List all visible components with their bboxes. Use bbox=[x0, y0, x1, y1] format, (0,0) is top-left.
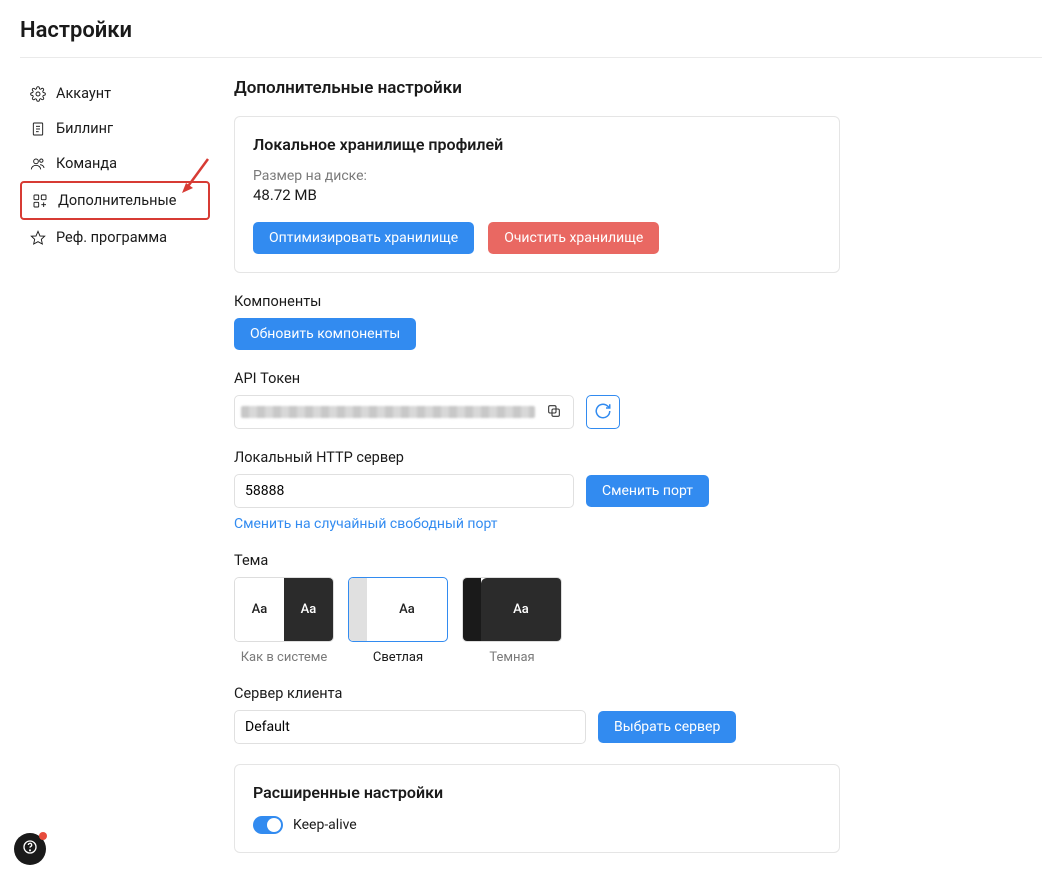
sidebar-item-account[interactable]: Аккаунт bbox=[20, 76, 210, 111]
sidebar-item-referral[interactable]: Реф. программа bbox=[20, 220, 210, 255]
client-server-input[interactable] bbox=[234, 710, 586, 744]
change-port-button[interactable]: Сменить порт bbox=[586, 475, 709, 507]
keep-alive-label: Keep-alive bbox=[293, 817, 357, 833]
page-title: Настройки bbox=[0, 0, 1062, 57]
star-icon bbox=[30, 230, 46, 246]
sidebar-item-label: Биллинг bbox=[56, 120, 113, 137]
theme-option-label: Как в системе bbox=[234, 650, 334, 665]
theme-option-light[interactable]: Aa Светлая bbox=[348, 577, 448, 665]
theme-sample: Aa bbox=[367, 578, 447, 641]
grid-plus-icon bbox=[32, 193, 48, 209]
api-token-label: API Токен bbox=[234, 370, 840, 387]
theme-option-label: Светлая bbox=[348, 650, 448, 665]
copy-icon bbox=[546, 403, 562, 422]
theme-label: Тема bbox=[234, 552, 840, 569]
users-icon bbox=[30, 156, 46, 172]
help-button[interactable] bbox=[14, 833, 46, 865]
receipt-icon bbox=[30, 121, 46, 137]
theme-section: Тема Aa Aa Как в системе Aa Светлая bbox=[234, 552, 840, 665]
help-icon bbox=[22, 839, 38, 859]
annotation-arrow bbox=[180, 155, 210, 199]
regenerate-token-button[interactable] bbox=[586, 395, 620, 429]
theme-option-system[interactable]: Aa Aa Как в системе bbox=[234, 577, 334, 665]
theme-sample: Aa bbox=[284, 578, 333, 641]
gear-icon bbox=[30, 86, 46, 102]
http-server-label: Локальный HTTP сервер bbox=[234, 449, 840, 466]
api-token-blurred-value bbox=[241, 406, 535, 418]
update-components-button[interactable]: Обновить компоненты bbox=[234, 318, 416, 350]
http-server-section: Локальный HTTP сервер Сменить порт Смени… bbox=[234, 449, 840, 532]
sidebar-item-label: Дополнительные bbox=[58, 192, 176, 209]
storage-card: Локальное хранилище профилей Размер на д… bbox=[234, 116, 840, 273]
api-token-section: API Токен bbox=[234, 370, 840, 429]
sidebar-item-label: Реф. программа bbox=[56, 229, 167, 246]
theme-sample: Aa bbox=[481, 578, 561, 641]
advanced-title: Расширенные настройки bbox=[253, 783, 821, 802]
client-server-label: Сервер клиента bbox=[234, 685, 840, 702]
api-token-field bbox=[234, 395, 574, 429]
theme-option-label: Темная bbox=[462, 650, 562, 665]
choose-server-button[interactable]: Выбрать сервер bbox=[598, 711, 736, 743]
sidebar-item-billing[interactable]: Биллинг bbox=[20, 111, 210, 146]
storage-title: Локальное хранилище профилей bbox=[253, 135, 821, 154]
sidebar-item-label: Команда bbox=[56, 155, 117, 172]
client-server-section: Сервер клиента Выбрать сервер bbox=[234, 685, 840, 744]
refresh-icon bbox=[594, 402, 612, 423]
components-label: Компоненты bbox=[234, 293, 840, 310]
main-content: Дополнительные настройки Локальное храни… bbox=[220, 58, 860, 853]
keep-alive-toggle[interactable] bbox=[253, 816, 283, 834]
random-port-link[interactable]: Сменить на случайный свободный порт bbox=[234, 516, 840, 532]
theme-sample: Aa bbox=[235, 578, 284, 641]
theme-option-dark[interactable]: Aa Темная bbox=[462, 577, 562, 665]
components-section: Компоненты Обновить компоненты bbox=[234, 293, 840, 350]
optimize-storage-button[interactable]: Оптимизировать хранилище bbox=[253, 222, 474, 254]
clear-storage-button[interactable]: Очистить хранилище bbox=[488, 222, 659, 254]
main-title: Дополнительные настройки bbox=[234, 78, 840, 98]
http-port-input[interactable] bbox=[234, 474, 574, 508]
storage-size-value: 48.72 MB bbox=[253, 186, 821, 204]
copy-token-button[interactable] bbox=[541, 399, 567, 425]
sidebar-item-label: Аккаунт bbox=[56, 85, 111, 102]
advanced-card: Расширенные настройки Keep-alive bbox=[234, 764, 840, 853]
storage-size-label: Размер на диске: bbox=[253, 168, 821, 184]
